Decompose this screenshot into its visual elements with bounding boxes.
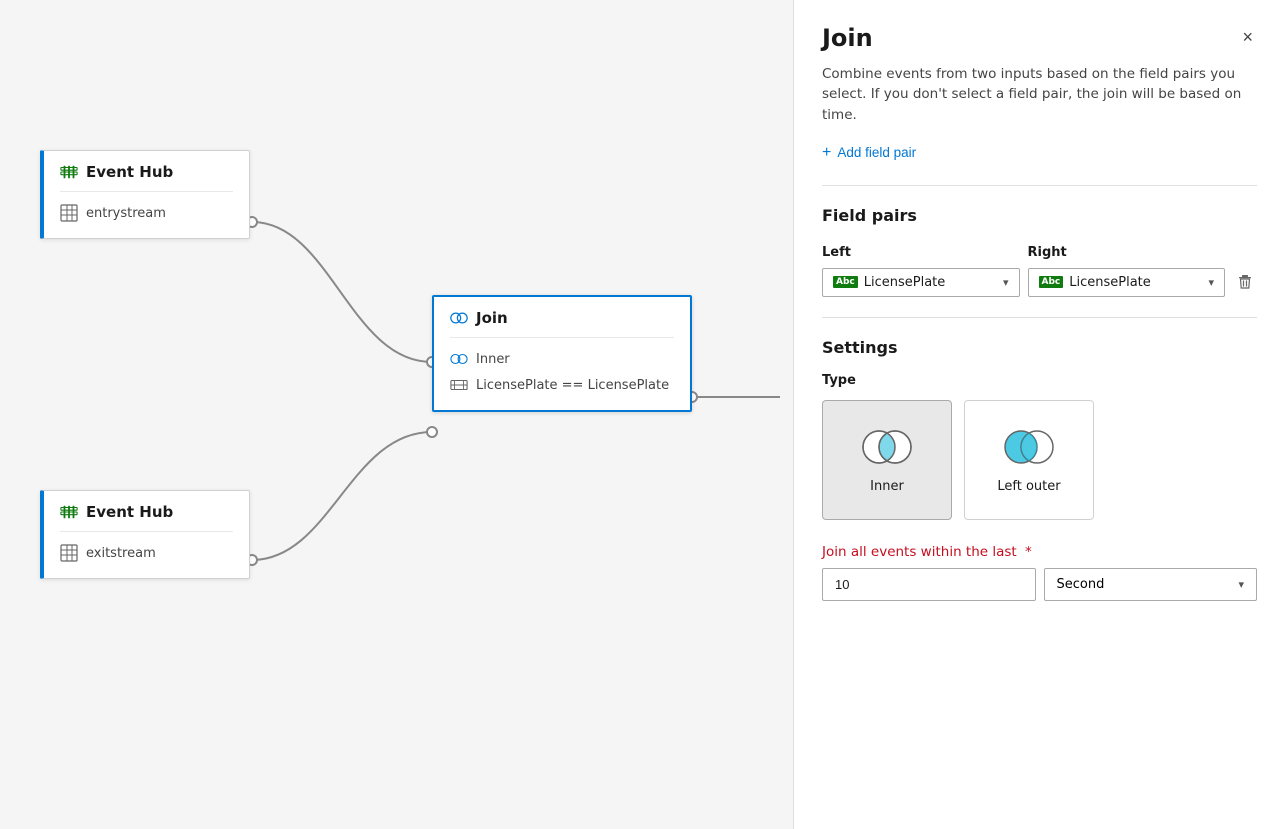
exit-hub-node[interactable]: Event Hub exitstream xyxy=(40,490,250,579)
table-icon-entry xyxy=(60,204,78,222)
left-field-value: LicensePlate xyxy=(864,275,946,290)
left-column-label: Left xyxy=(822,245,851,260)
join-unit-chevron: ▾ xyxy=(1238,578,1244,591)
join-number-input[interactable] xyxy=(822,568,1036,601)
join-unit-dropdown[interactable]: Second ▾ xyxy=(1044,568,1258,601)
table-icon-exit xyxy=(60,544,78,562)
exit-hub-stream: exitstream xyxy=(60,540,233,566)
join-node-title: Join xyxy=(450,309,674,327)
join-type-row: Inner xyxy=(450,346,674,372)
divider-2 xyxy=(822,317,1257,318)
field-pair-row: Abc LicensePlate ▾ Abc LicensePlate ▾ xyxy=(822,268,1257,297)
field-pairs-section: Field pairs Left Right Abc LicensePlate … xyxy=(822,206,1257,297)
canvas-area: Event Hub entrystream xyxy=(0,0,793,829)
settings-title: Settings xyxy=(822,338,1257,357)
panel-title: Join xyxy=(822,24,873,52)
left-outer-type-card[interactable]: Left outer xyxy=(964,400,1094,520)
join-condition-text: LicensePlate == LicensePlate xyxy=(476,378,669,393)
close-button[interactable]: × xyxy=(1238,24,1257,50)
right-panel: Join × Combine events from two inputs ba… xyxy=(793,0,1285,829)
left-dropdown-chevron: ▾ xyxy=(1003,276,1009,289)
join-node[interactable]: Join Inner xyxy=(432,295,692,412)
eventhub-icon-2 xyxy=(60,503,78,521)
right-field-dropdown[interactable]: Abc LicensePlate ▾ xyxy=(1028,268,1226,297)
right-dropdown-chevron: ▾ xyxy=(1208,276,1214,289)
left-outer-venn-diagram xyxy=(999,425,1059,469)
exit-stream-label: exitstream xyxy=(86,546,156,561)
panel-header: Join × xyxy=(822,24,1257,52)
entry-hub-title-text: Event Hub xyxy=(86,163,173,181)
condition-icon xyxy=(450,376,468,394)
eventhub-icon xyxy=(60,163,78,181)
entry-hub-title: Event Hub xyxy=(60,163,233,181)
join-venn-icon xyxy=(450,309,468,327)
field-pairs-header: Left Right xyxy=(822,241,1257,260)
join-events-row: Join all events within the last * Second… xyxy=(822,544,1257,601)
join-condition-row: LicensePlate == LicensePlate xyxy=(450,372,674,398)
join-unit-value: Second xyxy=(1057,577,1105,592)
left-field-dropdown[interactable]: Abc LicensePlate ▾ xyxy=(822,268,1020,297)
type-cards: Inner xyxy=(822,400,1257,520)
plus-icon: + xyxy=(822,145,831,161)
join-type-label: Inner xyxy=(476,352,510,367)
divider-1 xyxy=(822,185,1257,186)
connections-svg xyxy=(0,0,793,829)
inner-type-card[interactable]: Inner xyxy=(822,400,952,520)
left-outer-type-label: Left outer xyxy=(997,479,1060,494)
inner-venn-diagram xyxy=(857,425,917,469)
join-node-title-text: Join xyxy=(476,309,508,327)
join-events-inputs: Second ▾ xyxy=(822,568,1257,601)
entry-hub-stream: entrystream xyxy=(60,200,233,226)
right-field-value: LicensePlate xyxy=(1069,275,1151,290)
type-label: Type xyxy=(822,373,1257,388)
exit-hub-title-text: Event Hub xyxy=(86,503,173,521)
inner-type-label: Inner xyxy=(870,479,904,494)
inner-join-icon xyxy=(450,350,468,368)
trash-icon xyxy=(1237,274,1253,290)
join-events-label: Join all events within the last * xyxy=(822,544,1257,560)
required-asterisk: * xyxy=(1025,544,1032,560)
panel-description: Combine events from two inputs based on … xyxy=(822,64,1257,125)
entry-stream-label: entrystream xyxy=(86,206,166,221)
add-field-pair-label: Add field pair xyxy=(837,145,916,160)
settings-section: Settings Type xyxy=(822,338,1257,601)
add-field-pair-button[interactable]: + Add field pair xyxy=(822,145,916,161)
exit-hub-title: Event Hub xyxy=(60,503,233,521)
field-pairs-title: Field pairs xyxy=(822,206,1257,225)
delete-field-pair-button[interactable] xyxy=(1233,270,1257,294)
right-column-label: Right xyxy=(1028,245,1067,260)
right-abc-badge: Abc xyxy=(1039,276,1064,288)
entry-hub-node[interactable]: Event Hub entrystream xyxy=(40,150,250,239)
left-abc-badge: Abc xyxy=(833,276,858,288)
